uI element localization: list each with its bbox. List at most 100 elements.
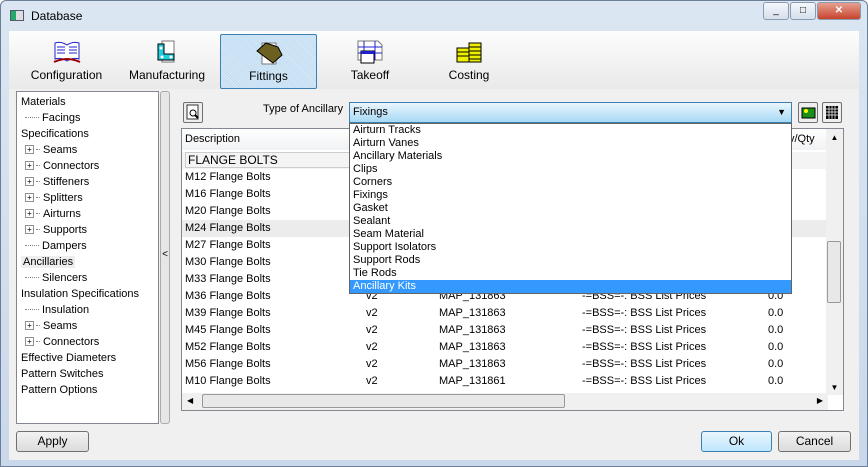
vertical-scrollbar[interactable]: ▲ ▼ [826,129,843,395]
takeoff-icon [357,40,383,64]
tab-label: Takeoff [350,68,390,82]
table-cell: v2 [366,375,378,387]
horizontal-scroll-thumb[interactable] [202,394,565,408]
tree-item-label: Specifications [21,128,89,140]
table-row[interactable]: M45 Flange Bolts v2 MAP_131863 -=BSS=-: BSS… [182,322,828,339]
table-cell: -=BSS=-: BSS List Prices [582,341,707,353]
tree-item[interactable]: + Splitters [25,190,83,206]
scroll-up-icon[interactable]: ▲ [826,133,843,142]
tree-item[interactable]: Facings [25,110,81,126]
table-cell: M20 Flange Bolts [185,205,271,217]
dropdown-option[interactable]: Tie Rods [350,267,791,280]
table-cell: -=BSS=-: BSS List Prices [582,375,707,387]
tree-item-label: Supports [43,224,88,236]
tree-connector [36,325,40,326]
table-cell: M30 Flange Bolts [185,256,271,268]
horizontal-scrollbar[interactable]: ◀ ▶ [182,393,828,410]
scroll-right-icon[interactable]: ▶ [817,396,823,405]
table-cell: v2 [366,307,378,319]
scroll-down-icon[interactable]: ▼ [826,383,843,392]
tree-item-label: Insulation Specifications [21,288,140,300]
add-button[interactable] [798,102,818,123]
column-header-description[interactable]: Description [182,129,362,150]
fittings-icon [255,42,283,65]
tree-item[interactable]: + Seams [25,142,77,158]
tree-connector [36,149,40,150]
tab-takeoff[interactable]: Takeoff [325,34,415,89]
scroll-left-icon[interactable]: ◀ [187,396,193,405]
panel-splitter[interactable]: < [160,91,170,424]
tree-item[interactable]: Ancillaries [21,254,76,270]
dropdown-option[interactable]: Sealant [350,215,791,228]
tree-item[interactable]: Pattern Switches [21,366,104,382]
table-row[interactable]: M10 Flange Bolts v2 MAP_131861 -=BSS=-: BSS… [182,373,828,390]
expand-icon[interactable]: + [25,193,34,202]
expand-icon[interactable]: + [25,177,34,186]
expand-icon[interactable]: + [25,161,34,170]
tree-connector [36,213,40,214]
expand-icon[interactable]: + [25,225,34,234]
dropdown-option[interactable]: Airturn Vanes [350,137,791,150]
dropdown-option[interactable]: Airturn Tracks [350,124,791,137]
maximize-button[interactable]: □ [790,2,816,20]
tree-item[interactable]: + Stiffeners [25,174,89,190]
table-cell: M24 Flange Bolts [185,222,271,234]
book-icon [53,41,80,63]
table-cell: M12 Flange Bolts [185,171,271,183]
dropdown-option[interactable]: Support Isolators [350,241,791,254]
tree-connector [36,229,40,230]
expand-icon[interactable]: + [25,337,34,346]
tab-manufacturing[interactable]: Manufacturing [121,34,213,89]
dropdown-option[interactable]: Clips [350,163,791,176]
tree-item[interactable]: Materials [21,94,66,110]
table-cell: v2 [366,324,378,336]
dropdown-option[interactable]: Corners [350,176,791,189]
minimize-button[interactable]: _ [763,2,789,20]
tree-item[interactable]: Silencers [25,270,87,286]
table-cell: M52 Flange Bolts [185,341,271,353]
tree-item[interactable]: Specifications [21,126,89,142]
expand-icon[interactable]: + [25,321,34,330]
table-row[interactable]: M52 Flange Bolts v2 MAP_131863 -=BSS=-: BSS… [182,339,828,356]
tree-item[interactable]: Effective Diameters [21,350,116,366]
table-cell: MAP_131863 [439,341,506,353]
apply-button[interactable]: Apply [16,431,89,452]
type-of-ancillary-label: Type of Ancillary [263,103,344,115]
dropdown-option[interactable]: Ancillary Materials [350,150,791,163]
cancel-button[interactable]: Cancel [778,431,851,452]
coins-icon [456,42,482,63]
table-row[interactable]: M39 Flange Bolts v2 MAP_131863 -=BSS=-: BSS… [182,305,828,322]
table-row[interactable]: M56 Flange Bolts v2 MAP_131863 -=BSS=-: BSS… [182,356,828,373]
type-of-ancillary-dropdown[interactable]: Fixings ▼ [349,102,792,123]
grid-button[interactable] [822,102,842,123]
ok-button[interactable]: Ok [701,431,772,452]
dropdown-option[interactable]: Seam Material [350,228,791,241]
table-cell: M45 Flange Bolts [185,324,271,336]
tree-item[interactable]: + Connectors [25,158,99,174]
expand-icon[interactable]: + [25,145,34,154]
dropdown-option[interactable]: Ancillary Kits [350,280,791,293]
vertical-scroll-thumb[interactable] [827,241,841,303]
tree-connector [36,341,40,342]
expand-icon[interactable]: + [25,209,34,218]
tab-costing[interactable]: Costing [424,34,514,89]
tree-item[interactable]: Dampers [25,238,87,254]
tree-item[interactable]: + Airturns [25,206,81,222]
close-button[interactable]: ✕ [817,2,861,20]
tree-item[interactable]: + Connectors [25,334,99,350]
tab-fittings[interactable]: Fittings [220,34,317,89]
tree-connector [36,165,40,166]
tree-item-label: Connectors [43,160,100,172]
tree-connector [36,197,40,198]
dropdown-option[interactable]: Fixings [350,189,791,202]
table-cell: M16 Flange Bolts [185,188,271,200]
tree-item[interactable]: + Supports [25,222,87,238]
preview-button[interactable] [183,102,203,123]
dropdown-option[interactable]: Support Rods [350,254,791,267]
tree-item[interactable]: + Seams [25,318,77,334]
tab-configuration[interactable]: Configuration [19,34,114,89]
dropdown-option[interactable]: Gasket [350,202,791,215]
tree-item[interactable]: Insulation [25,302,89,318]
tree-item[interactable]: Insulation Specifications [21,286,139,302]
tree-item[interactable]: Pattern Options [21,382,97,398]
